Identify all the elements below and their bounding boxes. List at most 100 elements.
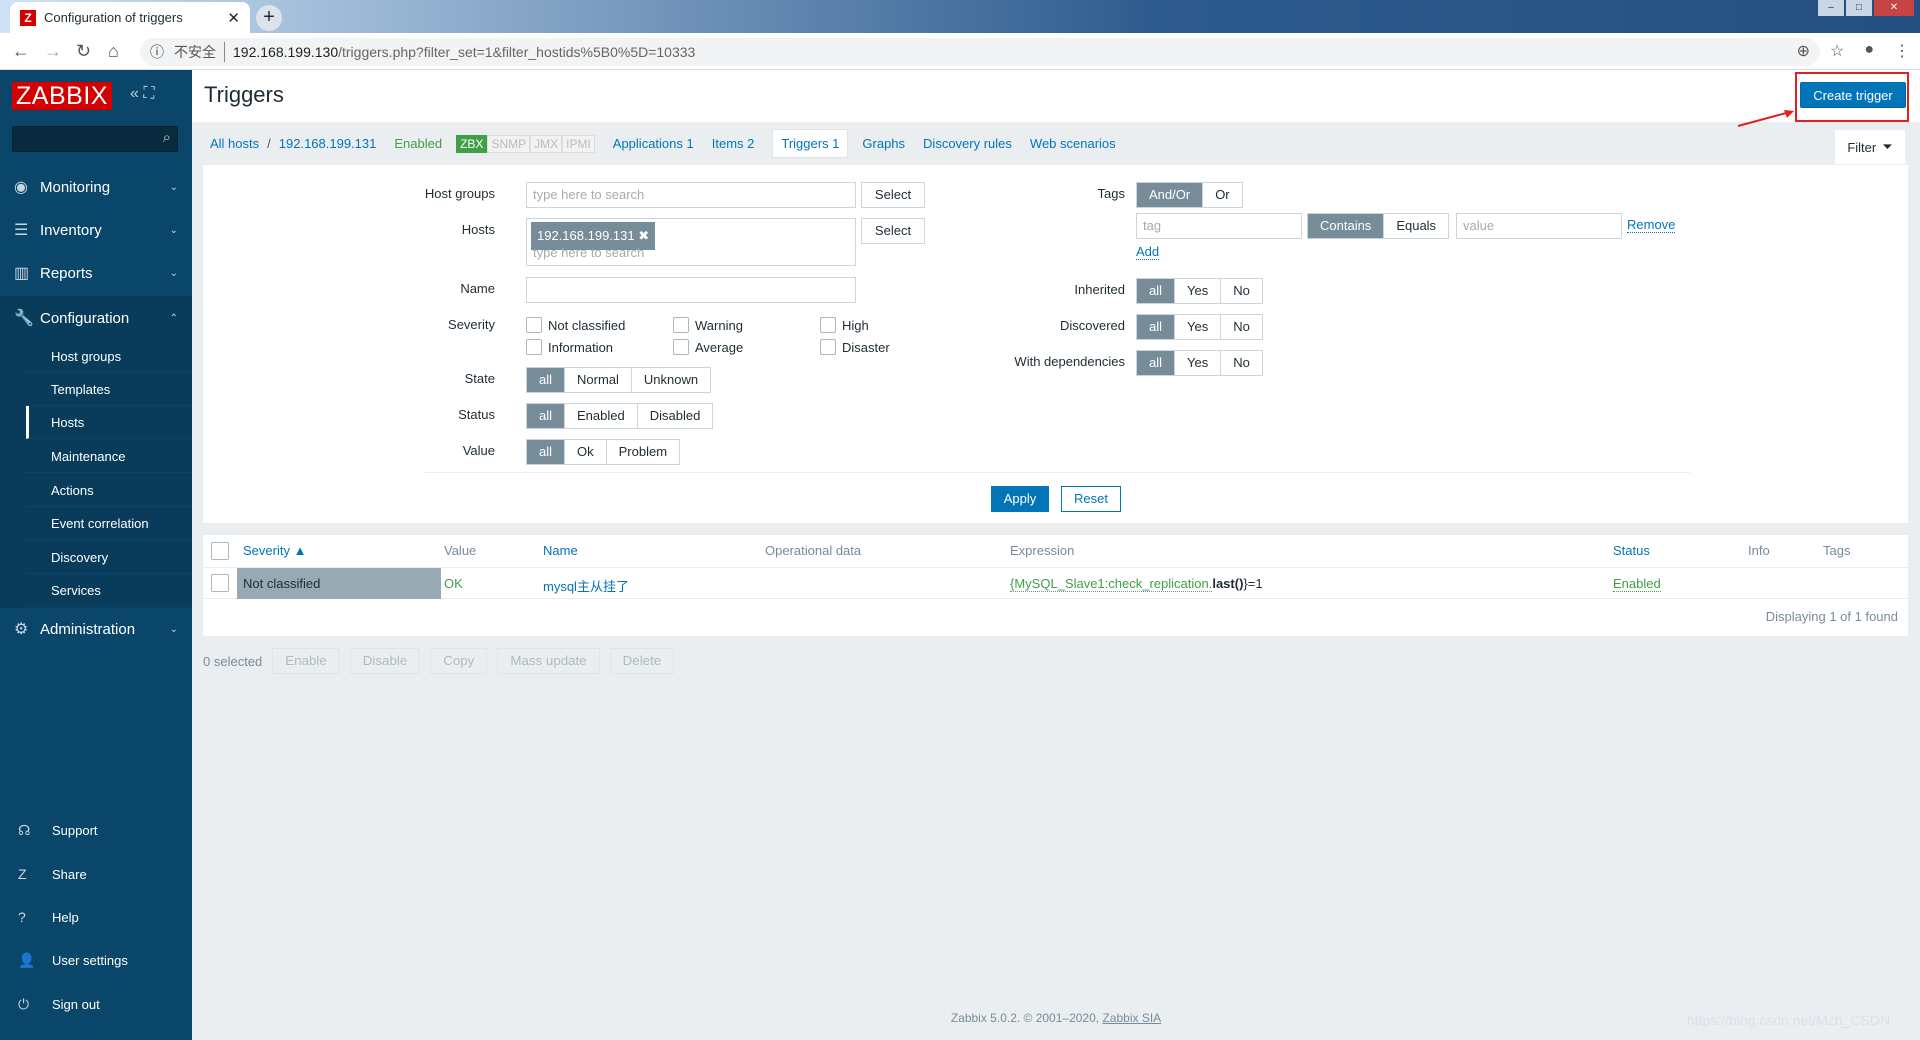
mass-update-button[interactable]: Mass update — [497, 648, 600, 674]
menu-sign-out[interactable]: ⏻ Sign out — [18, 996, 100, 1013]
tags-operator-radio: And/Or Or — [1136, 182, 1243, 208]
column-status[interactable]: Status — [1613, 543, 1650, 558]
browser-tab[interactable]: Z Configuration of triggers ✕ — [10, 2, 250, 33]
trigger-name-link[interactable]: mysql主从挂了 — [543, 576, 629, 595]
back-icon[interactable]: ← — [12, 41, 30, 62]
chevron-down-icon: ⌄ — [169, 181, 178, 193]
hosts-select-button[interactable]: Select — [861, 218, 925, 244]
window-controls: – □ ✕ — [1818, 0, 1914, 16]
search-icon[interactable]: ⌕ — [163, 129, 171, 146]
mass-actions: 0 selected Enable Disable Copy Mass upda… — [203, 648, 675, 674]
address-bar-row: ← → ↻ ⌂ ⓘ 不安全 192.168.199.130/triggers.php… — [0, 33, 1920, 70]
filter-panel: Host groups type here to search Select H… — [203, 165, 1908, 523]
tab-discovery-rules[interactable]: Discovery rules — [923, 136, 1012, 151]
column-name[interactable]: Name — [543, 543, 578, 558]
value-radio: all Ok Problem — [526, 439, 681, 465]
menu-support[interactable]: ☊ Support — [18, 822, 98, 839]
zabbix-sia-link[interactable]: Zabbix SIA — [1102, 1011, 1161, 1025]
star-icon[interactable]: ☆ — [1830, 41, 1844, 61]
filter-toggle[interactable]: Filter ⏷ — [1835, 130, 1905, 164]
severity-average[interactable]: Average — [673, 339, 743, 355]
hosts-input[interactable]: 192.168.199.131 ✖ type here to search — [526, 218, 856, 266]
severity-high[interactable]: High — [820, 317, 869, 333]
tab-items[interactable]: Items 2 — [712, 136, 755, 151]
watermark: https://blog.csdn.net/Mzh_CSDN — [1686, 1012, 1890, 1028]
submenu-event-correlation[interactable]: Event correlation — [26, 507, 192, 540]
severity-disaster[interactable]: Disaster — [820, 339, 890, 355]
minimize-icon[interactable]: – — [1818, 0, 1844, 16]
url-field[interactable]: ⓘ 不安全 192.168.199.130/triggers.php?filter_… — [140, 38, 1820, 66]
displaying-count: Displaying 1 of 1 found — [1765, 609, 1898, 624]
menu-share[interactable]: Z Share — [18, 866, 87, 882]
severity-not-classified[interactable]: Not classified — [526, 317, 625, 333]
add-tag-link[interactable]: Add — [1136, 244, 1160, 260]
tab-graphs[interactable]: Graphs — [862, 136, 905, 151]
copy-button[interactable]: Copy — [430, 648, 488, 674]
close-window-icon[interactable]: ✕ — [1874, 0, 1914, 16]
breadcrumb-host[interactable]: 192.168.199.131 — [279, 136, 377, 151]
forward-icon[interactable]: → — [44, 41, 62, 62]
footer: Zabbix 5.0.2. © 2001–2020, Zabbix SIA — [950, 1011, 1162, 1025]
with-dependencies-radio: all Yes No — [1136, 350, 1263, 376]
home-icon[interactable]: ⌂ — [108, 41, 119, 62]
zoom-icon[interactable]: ⊕ — [1797, 41, 1810, 61]
menu-monitoring[interactable]: ◉ Monitoring ⌄ — [0, 167, 192, 207]
kiosk-icon[interactable]: ⛶ — [143, 85, 154, 102]
menu-inventory[interactable]: ☰ Inventory ⌄ — [0, 210, 192, 250]
collapse-icon[interactable]: « — [130, 85, 139, 102]
severity-warning[interactable]: Warning — [673, 317, 743, 333]
tab-web-scenarios[interactable]: Web scenarios — [1030, 136, 1116, 151]
wrench-icon: 🔧 — [14, 310, 34, 327]
menu-administration[interactable]: ⚙ Administration ⌄ — [0, 609, 192, 649]
select-all-checkbox[interactable] — [211, 542, 229, 560]
enable-button[interactable]: Enable — [272, 648, 340, 674]
submenu-actions[interactable]: Actions — [26, 474, 192, 507]
row-checkbox[interactable] — [211, 574, 229, 592]
page-title: Triggers — [204, 82, 284, 107]
expression-cell: {MySQL_Slave1:check_replication.last()}=… — [1010, 576, 1263, 592]
tag-value-input[interactable]: value — [1456, 213, 1622, 239]
apply-button[interactable]: Apply — [991, 486, 1049, 512]
submenu-hosts[interactable]: Hosts — [26, 406, 192, 439]
column-severity[interactable]: Severity ▲ — [243, 543, 306, 558]
submenu-services[interactable]: Services — [26, 574, 192, 607]
account-icon[interactable]: ● — [1864, 41, 1874, 61]
status-toggle-link[interactable]: Enabled — [1613, 576, 1661, 592]
sidebar-search-input[interactable]: ⌕ — [12, 126, 178, 152]
maximize-icon[interactable]: □ — [1846, 0, 1872, 16]
eye-icon: ◉ — [14, 179, 28, 196]
menu-help[interactable]: ? Help — [18, 909, 79, 925]
delete-button[interactable]: Delete — [609, 648, 675, 674]
info-icon[interactable]: ⓘ — [150, 42, 164, 62]
disable-button[interactable]: Disable — [349, 648, 421, 674]
severity-cell: Not classified — [237, 568, 441, 599]
menu-reports[interactable]: ▥ Reports ⌄ — [0, 253, 192, 293]
host-navigation: All hosts/ 192.168.199.131 Enabled ZBX SN… — [192, 122, 1920, 165]
submenu-maintenance[interactable]: Maintenance — [26, 440, 192, 473]
close-tab-icon[interactable]: ✕ — [227, 9, 240, 27]
page-header: Triggers Create trigger — [192, 70, 1920, 122]
help-icon: ? — [18, 909, 26, 925]
availability-badges: ZBX SNMP JMX IPMI — [456, 134, 595, 153]
reset-button[interactable]: Reset — [1061, 486, 1121, 512]
menu-icon[interactable]: ⋮ — [1894, 41, 1910, 61]
submenu-discovery[interactable]: Discovery — [26, 541, 192, 574]
severity-information[interactable]: Information — [526, 339, 613, 355]
gear-icon: ⚙ — [14, 621, 29, 638]
submenu-host-groups[interactable]: Host groups — [26, 340, 192, 373]
menu-configuration[interactable]: 🔧 Configuration ⌃ — [0, 296, 192, 340]
menu-user-settings[interactable]: 👤 User settings — [18, 952, 128, 969]
tab-triggers[interactable]: Triggers 1 — [772, 129, 849, 158]
host-groups-input[interactable]: type here to search — [526, 182, 856, 208]
tag-input[interactable]: tag — [1136, 213, 1302, 239]
host-groups-select-button[interactable]: Select — [861, 182, 925, 208]
chevron-down-icon: ⌄ — [169, 224, 178, 236]
zabbix-logo[interactable]: ZABBIX — [12, 82, 112, 110]
name-input[interactable] — [526, 277, 856, 303]
tab-applications[interactable]: Applications 1 — [613, 136, 694, 151]
new-tab-button[interactable]: + — [256, 5, 282, 31]
submenu-templates[interactable]: Templates — [26, 373, 192, 406]
breadcrumb-all-hosts[interactable]: All hosts — [210, 136, 259, 151]
remove-tag-link[interactable]: Remove — [1627, 217, 1676, 233]
reload-icon[interactable]: ↻ — [76, 41, 91, 62]
